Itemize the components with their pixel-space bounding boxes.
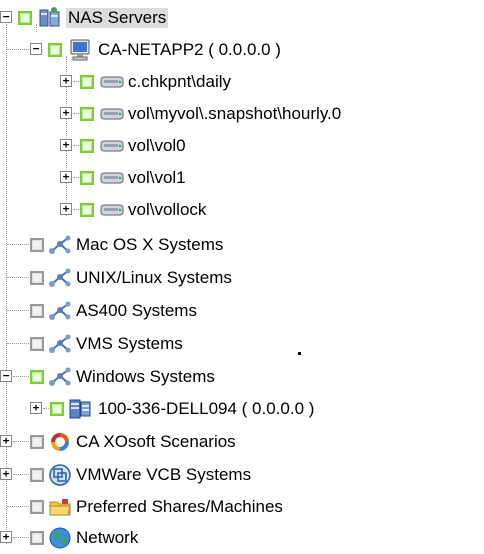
- collapse-toggle[interactable]: −: [30, 43, 42, 55]
- expand-toggle[interactable]: +: [60, 171, 72, 183]
- backup-source-tree: − NAS Servers − CA-NETAPP2 ( 0.0.0.0 ) +: [0, 0, 484, 554]
- tree-connector: [13, 537, 29, 538]
- expand-toggle[interactable]: +: [60, 75, 72, 87]
- vmware-icon: [49, 464, 71, 486]
- tree-label: CA-NETAPP2 ( 0.0.0.0 ): [98, 40, 281, 59]
- tree-item-volume[interactable]: + c.chkpnt\daily: [0, 66, 484, 98]
- tree-label: Windows Systems: [76, 367, 215, 386]
- checkbox-preferred-shares[interactable]: [30, 500, 44, 514]
- network-globe-icon: [49, 527, 71, 549]
- tree-connector: [7, 49, 29, 50]
- drive-icon: [100, 140, 124, 152]
- checkbox-as400[interactable]: [30, 304, 44, 318]
- tree-item-vmware-vcb[interactable]: + VMWare VCB Systems: [0, 459, 484, 491]
- tree-connector: [7, 277, 29, 278]
- expand-toggle[interactable]: +: [60, 203, 72, 215]
- tree-item-nas-servers[interactable]: − NAS Servers: [0, 2, 484, 34]
- expand-toggle[interactable]: +: [60, 139, 72, 151]
- tree-label: VMWare VCB Systems: [76, 465, 252, 484]
- checkbox-volume[interactable]: [80, 107, 94, 121]
- tree-item-volume[interactable]: + vol\myvol\.snapshot\hourly.0: [0, 98, 484, 130]
- stray-pixel: [298, 352, 301, 355]
- expand-toggle[interactable]: +: [60, 107, 72, 119]
- tree-item-unix-linux[interactable]: UNIX/Linux Systems: [0, 262, 484, 294]
- tree-connector: [73, 209, 79, 210]
- tree-item-windows[interactable]: − Windows Systems: [0, 361, 484, 393]
- collapse-toggle[interactable]: −: [0, 11, 12, 23]
- tree-item-vms[interactable]: VMS Systems: [0, 328, 484, 360]
- tree-connector: [73, 177, 79, 178]
- checkbox-volume[interactable]: [80, 75, 94, 89]
- checkbox-vmware-vcb[interactable]: [30, 468, 44, 482]
- expand-toggle[interactable]: +: [0, 435, 12, 447]
- tree-connector: [73, 145, 79, 146]
- checkbox-network[interactable]: [30, 531, 44, 545]
- tree-item-volume[interactable]: + vol\vollock: [0, 194, 484, 226]
- tree-connector: [7, 244, 29, 245]
- checkbox-ca-netapp2[interactable]: [48, 43, 62, 57]
- tree-label: vol\vol1: [128, 168, 186, 187]
- checkbox-volume[interactable]: [80, 203, 94, 217]
- network-node-icon: [49, 268, 71, 287]
- checkbox-xosoft[interactable]: [30, 435, 44, 449]
- tree-label: vol\vollock: [128, 200, 207, 219]
- drive-icon: [100, 76, 124, 88]
- computer-icon: [70, 39, 90, 61]
- checkbox-dell-host[interactable]: [50, 402, 64, 416]
- tree-label: Network: [76, 528, 139, 547]
- tree-connector: [43, 408, 49, 409]
- network-node-icon: [49, 235, 71, 254]
- checkbox-vms[interactable]: [30, 337, 44, 351]
- tree-item-mac-os-x[interactable]: Mac OS X Systems: [0, 229, 484, 261]
- tree-label: NAS Servers: [66, 8, 169, 28]
- checkbox-nas-servers[interactable]: [18, 11, 32, 25]
- checkbox-mac-os-x[interactable]: [30, 238, 44, 252]
- tree-connector: [7, 343, 29, 344]
- drive-icon: [100, 108, 124, 120]
- tree-item-volume[interactable]: + vol\vol0: [0, 130, 484, 162]
- tree-label: CA XOsoft Scenarios: [76, 432, 236, 451]
- tree-label: Preferred Shares/Machines: [76, 497, 283, 516]
- scenarios-icon: [51, 433, 69, 451]
- collapse-toggle[interactable]: −: [0, 370, 12, 382]
- tree-connector: [73, 81, 79, 82]
- tree-label: AS400 Systems: [76, 301, 197, 320]
- tree-label: vol\vol0: [128, 136, 186, 155]
- checkbox-volume[interactable]: [80, 171, 94, 185]
- tree-item-volume[interactable]: + vol\vol1: [0, 162, 484, 194]
- checkbox-windows[interactable]: [30, 370, 44, 384]
- tree-label: VMS Systems: [76, 334, 183, 353]
- tree-item-xosoft[interactable]: + CA XOsoft Scenarios: [0, 426, 484, 458]
- tree-label: vol\myvol\.snapshot\hourly.0: [128, 104, 342, 123]
- tree-item-network[interactable]: + Network: [0, 522, 484, 554]
- checkbox-volume[interactable]: [80, 139, 94, 153]
- tree-label: 100-336-DELL094 ( 0.0.0.0 ): [98, 399, 315, 418]
- tree-connector: [73, 113, 79, 114]
- tree-item-preferred-shares[interactable]: Preferred Shares/Machines: [0, 491, 484, 523]
- folder-icon: [49, 499, 71, 516]
- windows-server-icon: [69, 399, 91, 419]
- tree-label: Mac OS X Systems: [76, 235, 224, 254]
- tree-connector: [7, 310, 29, 311]
- network-node-icon: [49, 301, 71, 320]
- drive-icon: [100, 204, 124, 216]
- tree-item-dell-host[interactable]: + 100-336-DELL094 ( 0.0.0.0 ): [0, 393, 484, 425]
- tree-connector: [13, 441, 29, 442]
- tree-connector: [7, 506, 29, 507]
- tree-label: UNIX/Linux Systems: [76, 268, 232, 287]
- expand-toggle[interactable]: +: [0, 531, 12, 543]
- checkbox-unix-linux[interactable]: [30, 271, 44, 285]
- tree-item-as400[interactable]: AS400 Systems: [0, 295, 484, 327]
- network-node-icon: [49, 367, 71, 386]
- network-node-icon: [49, 334, 71, 353]
- tree-label: c.chkpnt\daily: [128, 72, 231, 91]
- drive-icon: [100, 172, 124, 184]
- expand-toggle[interactable]: +: [0, 468, 12, 480]
- nas-servers-icon: [39, 7, 60, 27]
- tree-connector: [13, 376, 29, 377]
- tree-item-ca-netapp2[interactable]: − CA-NETAPP2 ( 0.0.0.0 ): [0, 34, 484, 66]
- tree-connector: [13, 474, 29, 475]
- expand-toggle[interactable]: +: [30, 402, 42, 414]
